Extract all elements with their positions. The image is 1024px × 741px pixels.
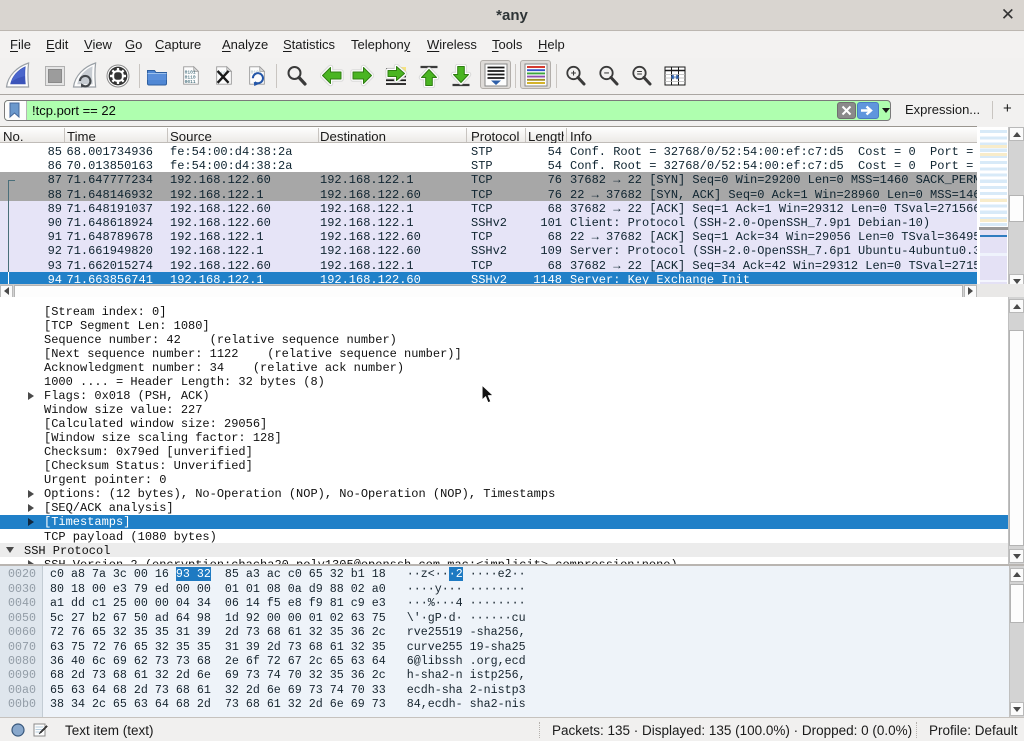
svg-text:0011: 0011	[185, 79, 196, 85]
svg-text:+: +	[571, 68, 577, 79]
svg-text:−: −	[604, 68, 610, 79]
svg-text:=: =	[637, 68, 643, 79]
